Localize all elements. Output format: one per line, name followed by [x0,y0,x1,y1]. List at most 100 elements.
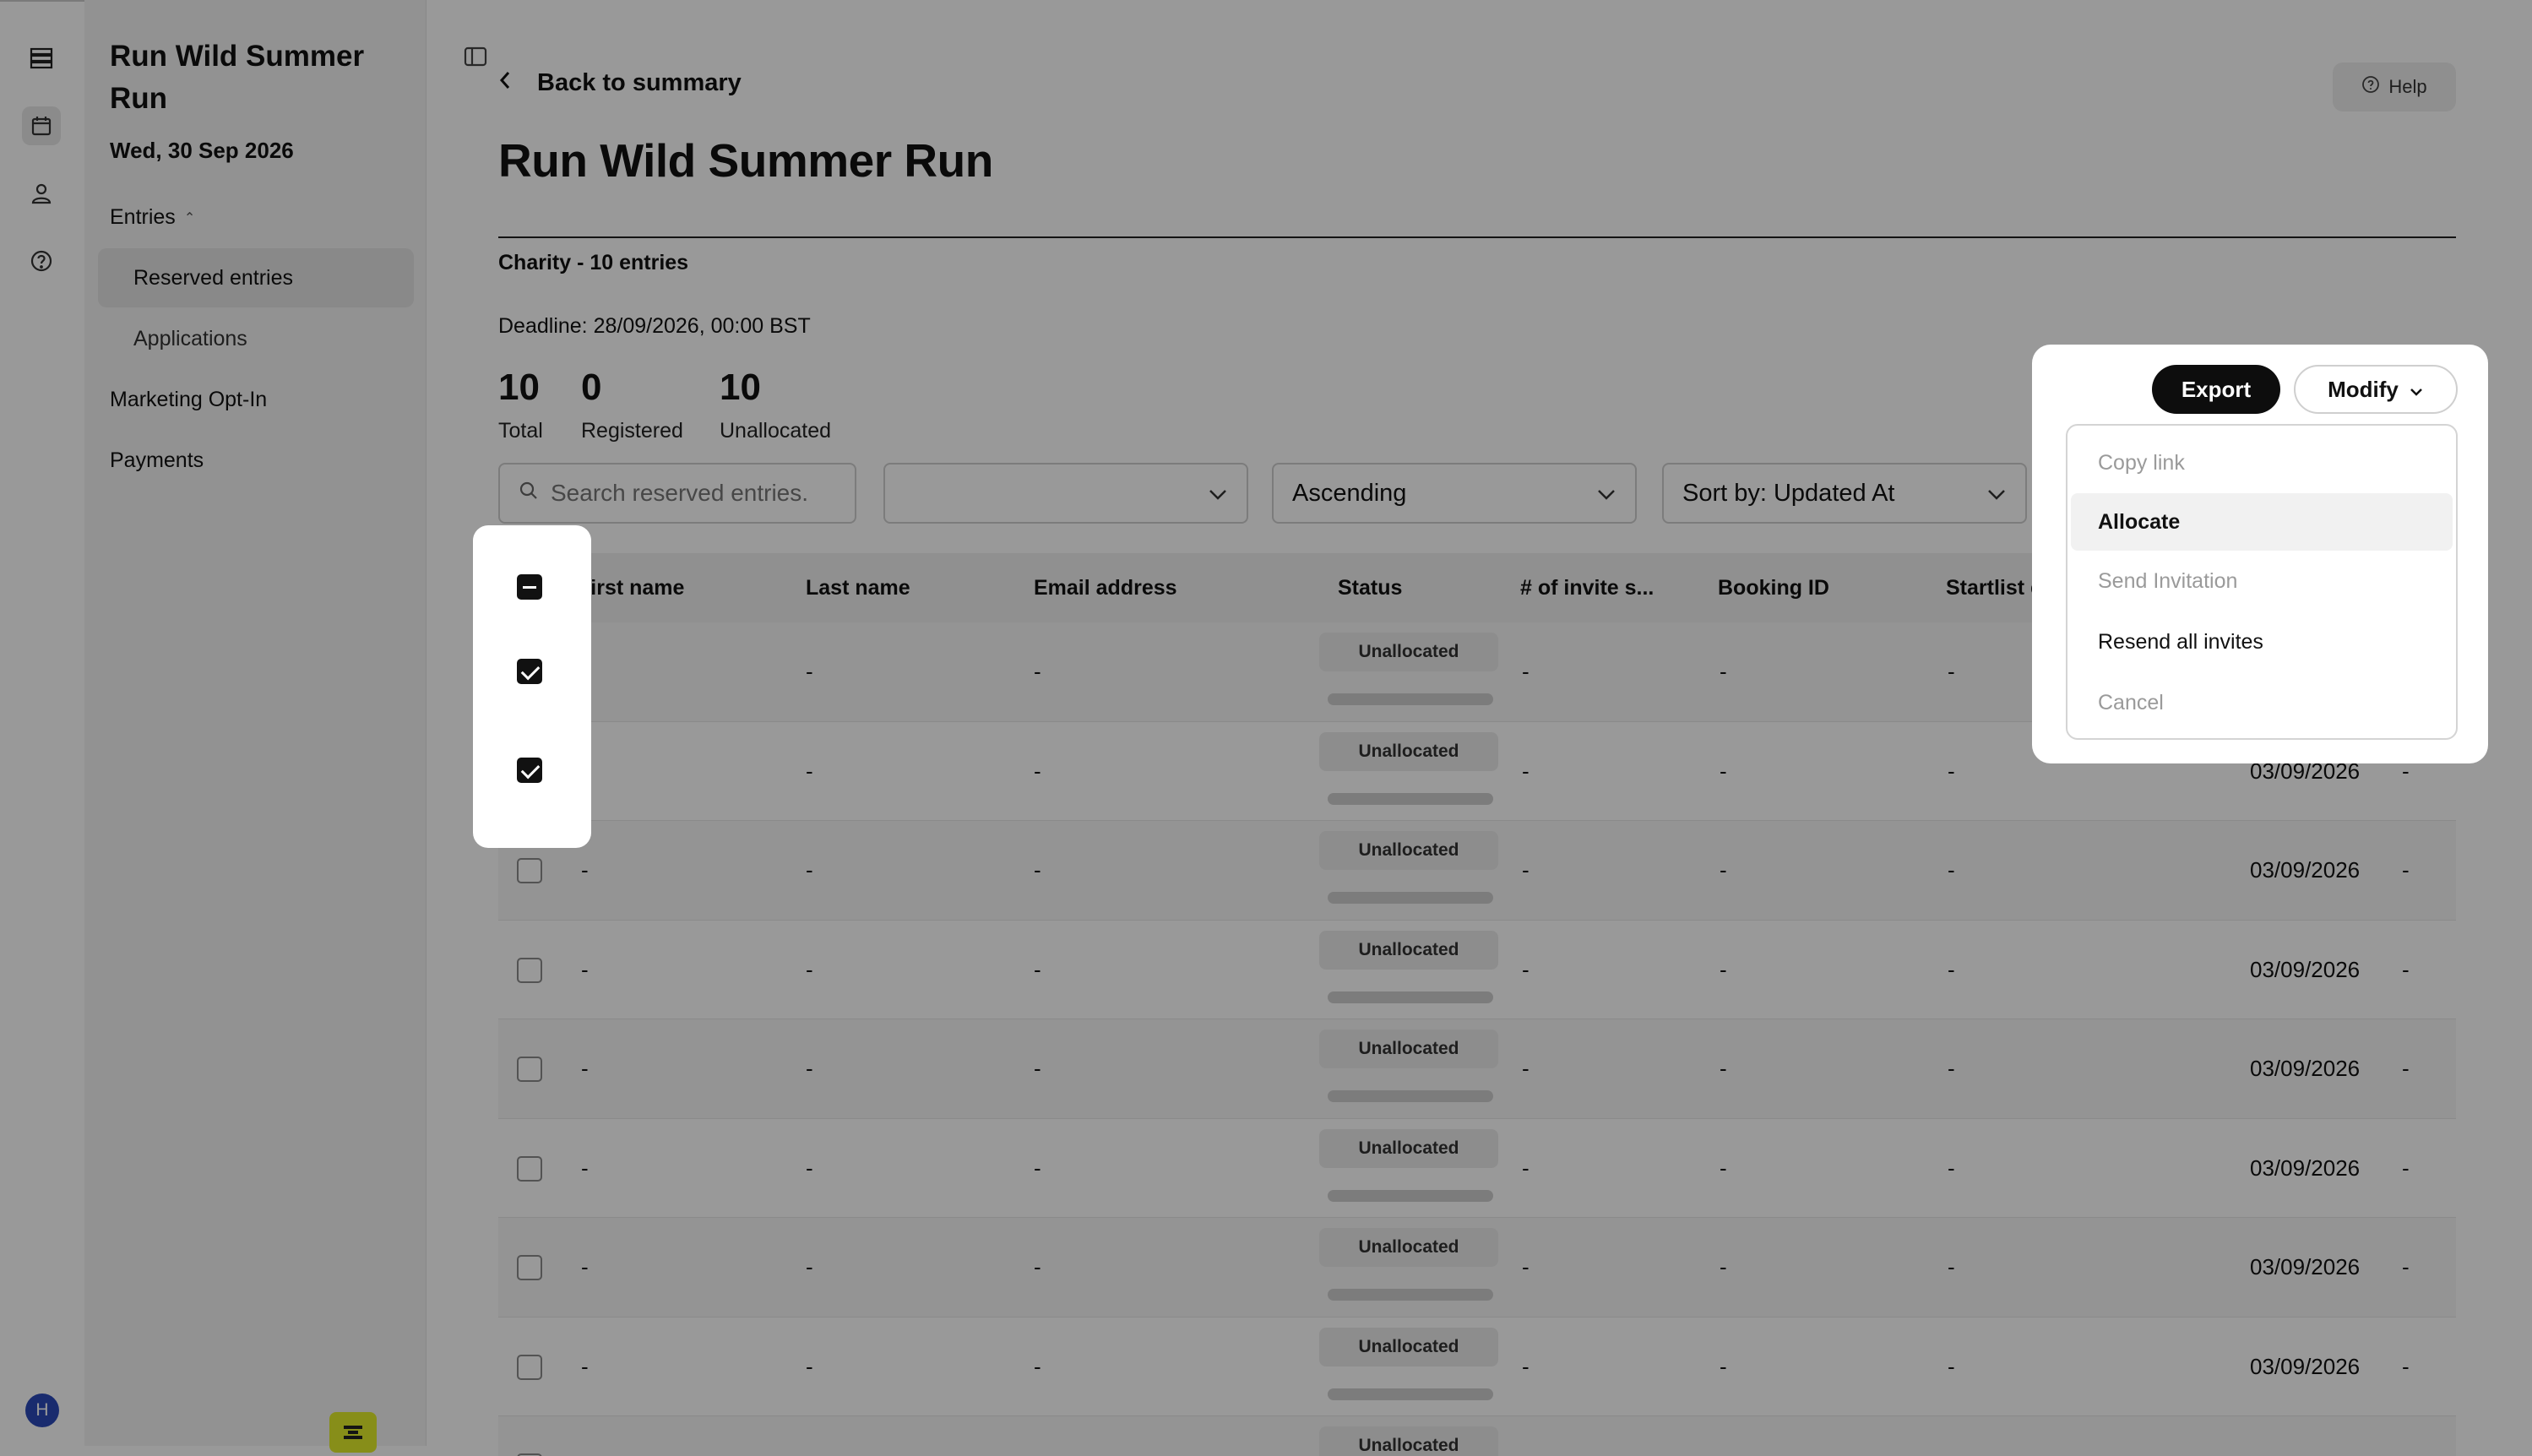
select-all-checkbox-highlight[interactable] [517,574,542,600]
status-cell: Unallocated [1319,1317,1498,1416]
nav-applications[interactable]: Applications [98,309,414,368]
cell-last-name: - [806,1056,813,1081]
status-progress-bar [1328,991,1493,1003]
cell-booking-id: - [1720,758,1727,784]
cell-extra: - [2402,1056,2410,1081]
brand-logo-icon[interactable] [22,39,61,78]
table-row[interactable]: Unallocated [498,1416,2456,1456]
export-button[interactable]: Export [2152,365,2280,414]
nav-entries[interactable]: Entries ⌃ [110,205,195,230]
status-badge: Unallocated [1319,1128,1498,1168]
row-checkbox[interactable] [517,1255,542,1280]
stat-total: 10 Total [498,365,543,443]
menu-send-invitation[interactable]: Send Invitation [2071,552,2453,610]
menu-cancel[interactable]: Cancel [2071,674,2453,731]
chevron-left-icon [498,69,512,97]
cell-last-name: - [806,1254,813,1279]
cell-invites-sent: - [1522,1353,1530,1379]
back-link-label: Back to summary [537,69,742,96]
order-select-value: Ascending [1292,479,1407,507]
table-row[interactable]: ------03/09/2026- Unallocated [498,920,2456,1019]
status-cell: Unallocated [1319,1416,1498,1456]
filter-select[interactable] [883,463,1248,524]
row-checkbox[interactable] [517,957,542,983]
nav-marketing-opt-in[interactable]: Marketing Opt-In [110,388,267,412]
cell-last-name: - [806,1154,813,1181]
cell-startlist-entry: - [1948,1353,1955,1379]
nav-payments[interactable]: Payments [110,448,204,473]
table-row[interactable]: ------03/09/2026- Unallocated [498,821,2456,921]
help-button[interactable]: Help [2333,62,2456,111]
status-badge: Unallocated [1319,1228,1498,1267]
menu-copy-link[interactable]: Copy link [2071,434,2453,492]
col-last-name[interactable]: Last name [806,553,910,622]
cell-startlist-entry: - [1948,857,1955,883]
order-select[interactable]: Ascending [1272,463,1637,524]
table-row[interactable]: ------03/09/2026- Unallocated [498,1218,2456,1317]
cell-email: - [1034,1154,1041,1181]
status-progress-bar [1328,1189,1493,1202]
stat-unallocated-label: Unallocated [720,419,832,443]
sidebar-toggle-icon[interactable] [463,46,488,68]
menu-allocate[interactable]: Allocate [2071,493,2453,551]
stat-registered-value: 0 [581,367,602,408]
avatar[interactable]: H [25,1394,59,1427]
cell-date: 03/09/2026 [2250,956,2361,982]
row-checkbox[interactable] [517,1057,542,1082]
cell-last-name: - [806,1353,813,1379]
nav-reserved-entries[interactable]: Reserved entries [98,248,414,307]
col-booking-id[interactable]: Booking ID [1718,553,1829,622]
cell-invites-sent: - [1522,956,1530,982]
col-status[interactable]: Status [1338,553,1402,622]
cell-booking-id: - [1720,1353,1727,1379]
user-icon[interactable] [22,174,61,213]
event-date: Wed, 30 Sep 2026 [110,138,294,163]
cell-booking-id: - [1720,1154,1727,1181]
cell-last-name: - [806,956,813,982]
cell-extra: - [2402,1353,2410,1379]
help-circle-icon[interactable] [22,242,61,280]
stat-total-value: 10 [498,367,540,408]
status-progress-bar [1328,792,1493,805]
cell-startlist-entry: - [1948,1154,1955,1181]
status-cell: Unallocated [1319,821,1498,920]
cell-extra: - [2402,1154,2410,1181]
status-cell: Unallocated [1319,921,1498,1019]
cell-invites-sent: - [1522,1056,1530,1081]
cell-startlist-entry: - [1948,956,1955,982]
stat-unallocated-value: 10 [720,367,761,408]
back-link[interactable]: Back to summary [498,69,742,97]
col-email[interactable]: Email address [1034,553,1177,622]
calendar-icon[interactable] [22,106,61,145]
modify-button-label: Modify [2328,376,2399,402]
cell-startlist-entry: - [1948,1056,1955,1081]
search-input[interactable]: Search reserved entries. [498,463,856,524]
cell-invites-sent: - [1522,1154,1530,1181]
col-invites-sent[interactable]: # of invite s... [1520,553,1672,622]
stat-registered-label: Registered [581,419,683,443]
row-checkbox[interactable] [517,1155,542,1182]
row-checkbox[interactable] [517,858,542,883]
deadline-text: Deadline: 28/09/2026, 00:00 BST [498,314,811,338]
status-cell: Unallocated [1319,622,1498,721]
sort-select[interactable]: Sort by: Updated At [1662,463,2027,524]
modify-button[interactable]: Modify [2294,365,2458,414]
cell-extra: - [2402,857,2410,883]
row-checkbox-highlight[interactable] [517,758,542,783]
brand-badge-icon[interactable] [329,1412,377,1453]
status-cell: Unallocated [1319,1019,1498,1118]
row-checkbox-highlight[interactable] [517,659,542,684]
col-first-name[interactable]: First name [578,553,684,622]
menu-resend-all-invites[interactable]: Resend all invites [2071,613,2453,671]
chevron-down-icon [1596,480,1616,508]
table-row[interactable]: ------03/09/2026- Unallocated [498,1118,2456,1218]
status-badge: Unallocated [1319,731,1498,771]
cell-booking-id: - [1720,1254,1727,1279]
table-row[interactable]: ------03/09/2026- Unallocated [498,1317,2456,1416]
modify-menu: Copy link Allocate Send Invitation Resen… [2066,424,2458,740]
table-row[interactable]: ------03/09/2026- Unallocated [498,1019,2456,1119]
cell-first-name: - [581,1154,589,1181]
cell-startlist-entry: - [1948,1254,1955,1279]
row-checkbox[interactable] [517,1354,542,1380]
cell-last-name: - [806,758,813,784]
